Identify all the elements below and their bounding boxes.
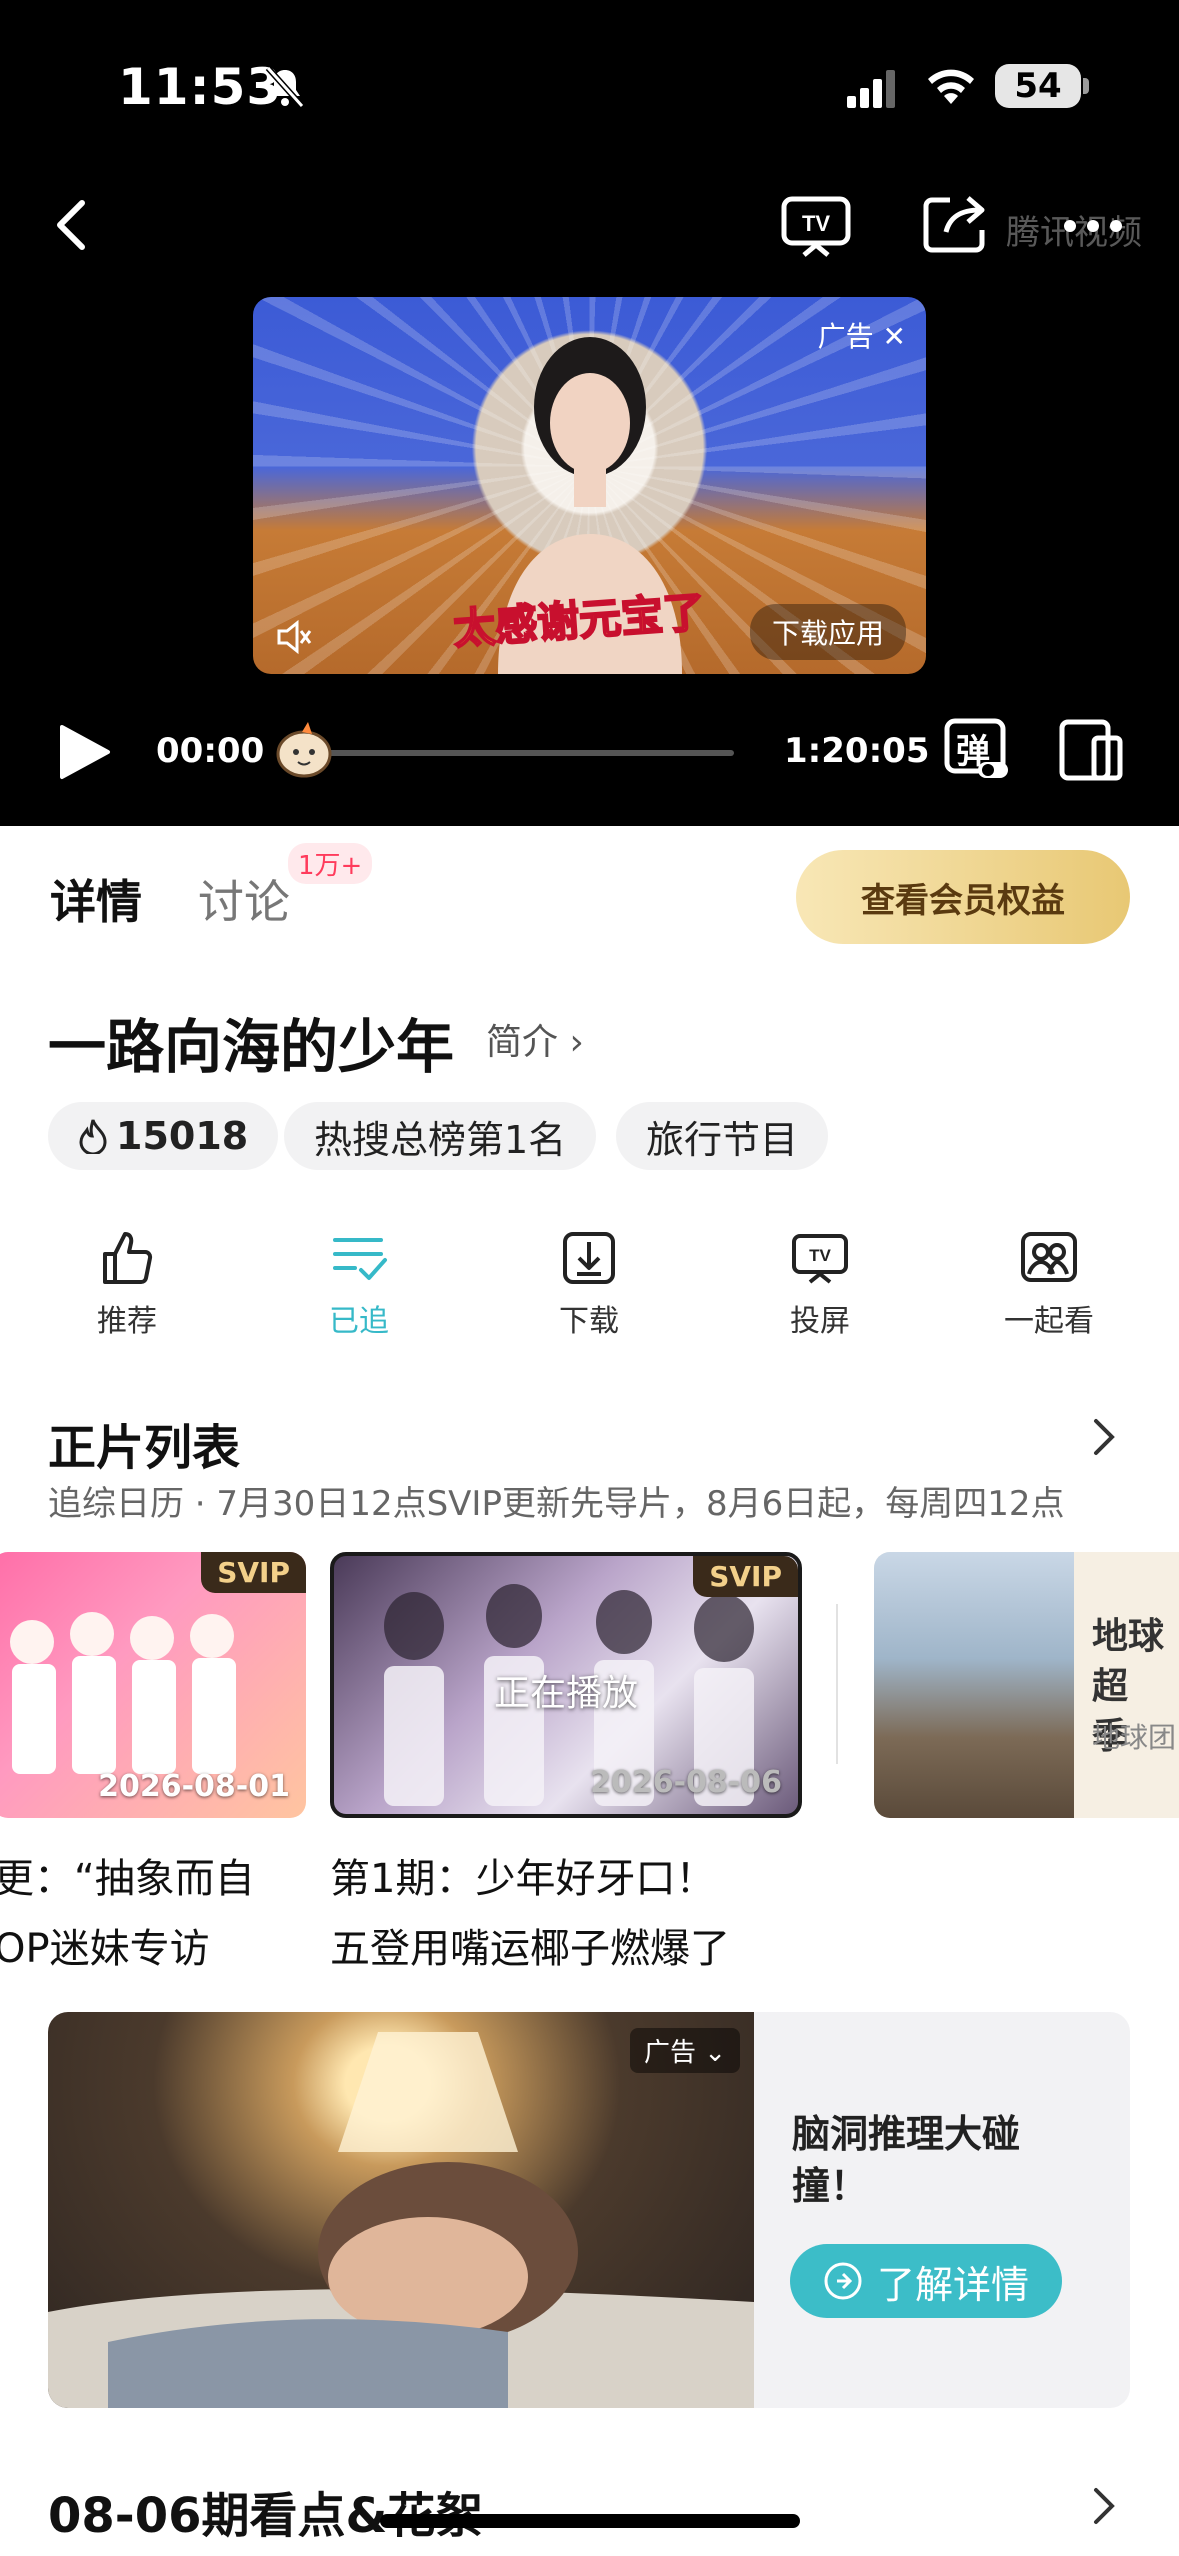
- progress-bar[interactable]: [320, 750, 734, 756]
- ad-banner[interactable]: 广告 ⌄ 脑洞推理大碰撞！ 了解详情: [48, 2012, 1130, 2408]
- svg-text:TV: TV: [802, 211, 830, 236]
- battery-indicator: 54: [995, 64, 1081, 108]
- heat-chip[interactable]: 15018: [48, 1102, 279, 1170]
- mute-icon[interactable]: [275, 618, 313, 656]
- play-icon[interactable]: [56, 723, 112, 781]
- home-indicator[interactable]: [380, 2514, 800, 2528]
- share-icon[interactable]: [920, 190, 992, 256]
- current-time: 00:00: [156, 731, 265, 771]
- video-player[interactable]: 11:53 54 腾讯视频 TV 广告 ✕ 太感谢元宝了 下载应用 00:00 …: [0, 0, 1179, 826]
- related-show-subtitle: 地球团: [1092, 1721, 1177, 1754]
- following-action[interactable]: 已追: [284, 1228, 434, 1340]
- intro-link[interactable]: 简介 ›: [486, 1013, 584, 1065]
- related-show-card[interactable]: 地球超 季 地球团: [874, 1552, 1179, 1818]
- ad-close-tag[interactable]: 广告 ✕: [818, 315, 906, 355]
- episode-title-line2: 五登用嘴运椰子燃爆了: [330, 1926, 730, 1972]
- related-show-thumbnail: [874, 1552, 1074, 1818]
- rank-chip[interactable]: 热搜总榜第1名: [284, 1102, 597, 1170]
- svip-badge: SVIP: [201, 1552, 306, 1593]
- episode-title-line1: 更：“抽象而自: [0, 1856, 255, 1902]
- battery-tip: [1083, 78, 1089, 94]
- episode-date: 2026-08-06: [590, 1765, 782, 1800]
- ad-video[interactable]: 广告 ✕ 太感谢元宝了 下载应用: [253, 297, 926, 674]
- learn-more-button[interactable]: 了解详情: [790, 2244, 1062, 2318]
- back-arrow-icon[interactable]: [48, 195, 96, 255]
- episode-schedule: 追综日历 · 7月30日12点SVIP更新先导片，8月6日起，每周四12点: [48, 1484, 1065, 1524]
- silent-bell-icon: [265, 65, 305, 109]
- episode-title[interactable]: 更：“抽象而自 OP迷妹专访: [0, 1844, 255, 1984]
- cellular-signal-icon: [847, 70, 895, 108]
- heat-value: 15018: [116, 1114, 249, 1158]
- thumbs-up-icon: [103, 1232, 153, 1284]
- episode-card-playing[interactable]: SVIP 正在播放 2026-08-06: [330, 1552, 802, 1818]
- learn-more-label: 了解详情: [876, 2262, 1029, 2307]
- download-action[interactable]: 下载: [514, 1228, 664, 1340]
- discuss-count-badge: 1万+: [288, 843, 373, 884]
- duration: 1:20:05: [784, 731, 930, 771]
- show-title: 一路向海的少年: [48, 1013, 455, 1081]
- vip-benefits-button[interactable]: 查看会员权益: [796, 850, 1130, 944]
- cast-action[interactable]: TV 投屏: [745, 1228, 895, 1340]
- now-playing-label: 正在播放: [493, 1673, 638, 1714]
- chevron-right-icon[interactable]: [1088, 2484, 1118, 2528]
- svg-text:TV: TV: [809, 1246, 831, 1265]
- ad-banner-title: 脑洞推理大碰撞！: [792, 2112, 1021, 2208]
- episode-title-line2: OP迷妹专访: [0, 1926, 210, 1972]
- watch-together-icon: [1021, 1232, 1077, 1282]
- chevron-right-icon[interactable]: [1088, 1415, 1118, 1459]
- ad-download-button[interactable]: 下载应用: [749, 604, 906, 660]
- ad-label[interactable]: 广告 ⌄: [630, 2028, 741, 2073]
- download-label: 下载: [559, 1304, 619, 1339]
- fullscreen-rotate-icon[interactable]: [1058, 718, 1124, 782]
- danmu-toggle[interactable]: 弹: [944, 718, 1010, 782]
- flame-icon: [79, 1119, 107, 1154]
- episode-list-title[interactable]: 正片列表: [48, 1408, 240, 1478]
- tab-detail[interactable]: 详情: [50, 866, 142, 932]
- download-icon: [563, 1232, 615, 1284]
- tv-cast-icon[interactable]: TV: [780, 195, 852, 259]
- status-time: 11:53: [118, 58, 283, 116]
- episode-date: 2026-08-01: [98, 1769, 290, 1804]
- watch-together-action[interactable]: 一起看: [974, 1228, 1124, 1340]
- episode-title[interactable]: 第1期：少年好牙口！ 五登用嘴运椰子燃爆了: [330, 1844, 730, 1984]
- wifi-icon: [928, 69, 974, 104]
- following-label: 已追: [329, 1304, 389, 1339]
- highlights-section-title[interactable]: 08-06期看点&花絮: [48, 2476, 483, 2546]
- tv-icon: TV: [792, 1234, 848, 1284]
- svip-badge: SVIP: [693, 1556, 798, 1597]
- progress-mascot-icon[interactable]: [272, 720, 338, 782]
- watch-together-label: 一起看: [1004, 1304, 1094, 1339]
- arrow-circle-icon: [824, 2262, 862, 2300]
- followed-list-icon: [333, 1238, 387, 1280]
- recommend-action[interactable]: 推荐: [52, 1228, 202, 1340]
- cast-label: 投屏: [790, 1304, 850, 1339]
- related-show-title-line1: 地球超: [1092, 1616, 1165, 1707]
- recommend-label: 推荐: [97, 1304, 157, 1339]
- episode-card[interactable]: SVIP 2026-08-01: [0, 1552, 306, 1818]
- episode-title-line1: 第1期：少年好牙口！: [330, 1856, 716, 1902]
- tab-discuss[interactable]: 讨论: [198, 866, 290, 932]
- more-options-icon[interactable]: [1062, 218, 1124, 234]
- genre-chip[interactable]: 旅行节目: [616, 1102, 829, 1170]
- divider: [836, 1604, 838, 1764]
- danmu-label: 弹: [956, 732, 990, 772]
